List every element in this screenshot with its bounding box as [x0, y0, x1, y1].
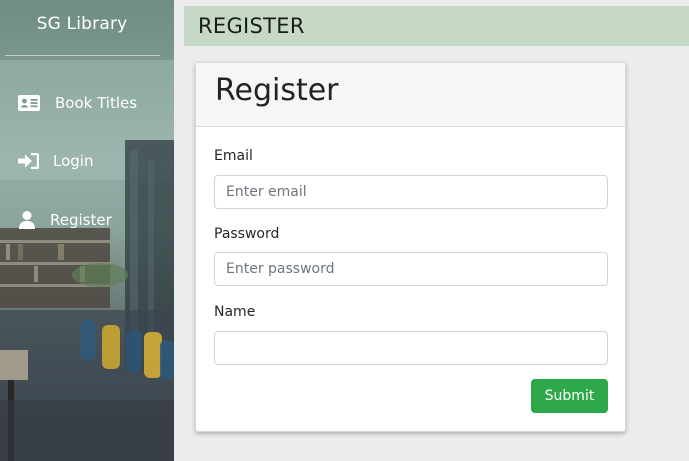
sign-in-icon	[17, 151, 41, 171]
password-label: Password	[214, 226, 280, 242]
name-input[interactable]	[214, 331, 608, 365]
sidebar: SG Library Book Titles Login Register	[0, 0, 174, 461]
sidebar-item-book-titles[interactable]: Book Titles	[0, 86, 164, 120]
sidebar-item-login[interactable]: Login	[0, 144, 164, 178]
sidebar-item-label: Login	[53, 152, 94, 170]
sidebar-item-register[interactable]: Register	[0, 203, 164, 237]
email-label: Email	[214, 148, 253, 164]
password-input[interactable]	[214, 252, 608, 286]
email-input[interactable]	[214, 175, 608, 209]
user-icon	[15, 210, 39, 230]
page-title: REGISTER	[198, 14, 305, 38]
id-card-icon	[17, 93, 41, 113]
sidebar-item-label: Register	[50, 211, 112, 229]
page-header: REGISTER	[184, 6, 689, 46]
app-title: SG Library	[36, 14, 128, 34]
sidebar-item-label: Book Titles	[55, 94, 138, 112]
register-card: Register Email Password Name Submit	[195, 62, 626, 432]
submit-button[interactable]: Submit	[531, 379, 608, 413]
card-header: Register	[196, 63, 625, 127]
sidebar-divider	[5, 55, 160, 56]
name-label: Name	[214, 304, 256, 320]
card-title: Register	[215, 73, 339, 108]
